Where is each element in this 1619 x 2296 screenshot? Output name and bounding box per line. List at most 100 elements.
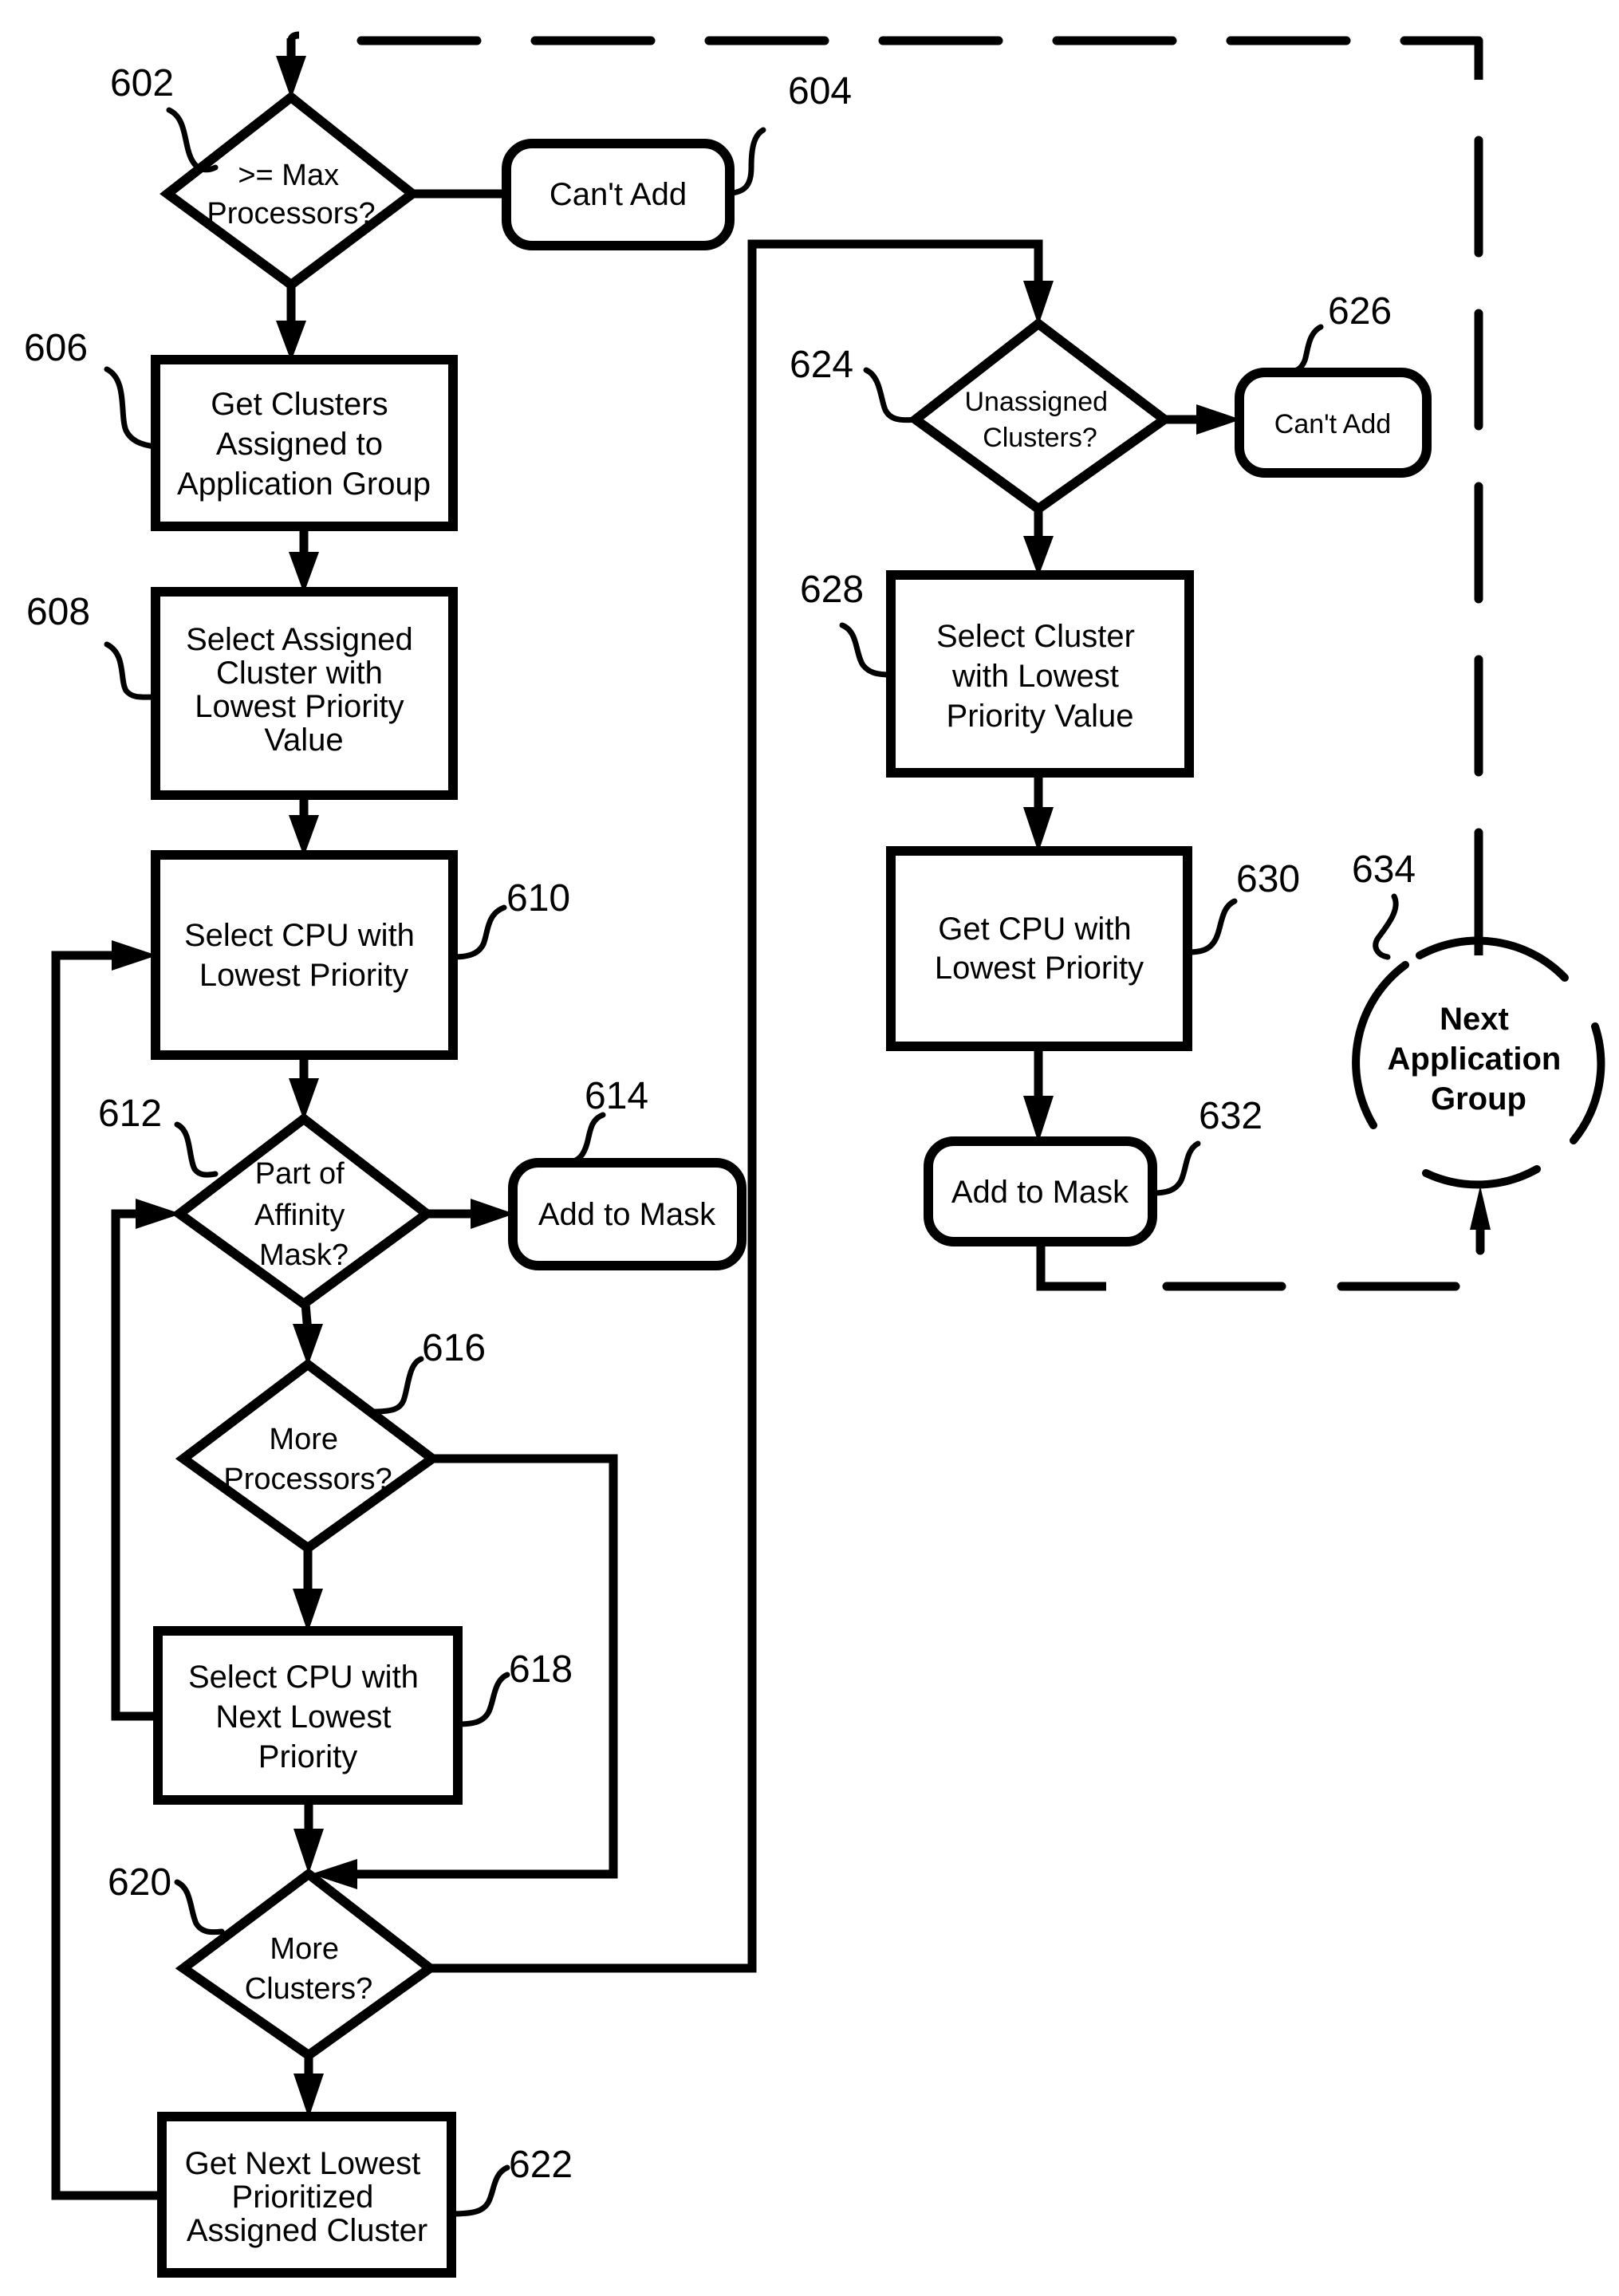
svg-text:Part of Affinity M: Part of Affinity Mask?	[254, 1157, 353, 1272]
reference-label: 616	[422, 1327, 486, 1369]
node-612[interactable]: Part of Affinity Mask?	[171, 1113, 435, 1310]
node-text-line: Cluster with	[216, 656, 383, 691]
process-box	[151, 850, 458, 1060]
leader-line	[174, 1121, 219, 1178]
arrowhead	[112, 940, 157, 971]
leader-line	[839, 622, 894, 678]
reference-label: 626	[1328, 290, 1392, 333]
reference-label: 614	[585, 1075, 648, 1117]
reference-label: 628	[800, 569, 864, 611]
node-606[interactable]: Get Clusters Assigned to Application Gro…	[151, 355, 458, 531]
reference-label: 608	[26, 591, 90, 633]
node-602[interactable]: >= Max Processors?	[160, 91, 420, 291]
node-text-line: Lowest Priority	[935, 951, 1144, 986]
reference-label: 622	[509, 2144, 573, 2186]
node-620[interactable]: More Clusters?	[175, 1868, 439, 2062]
node-text-line: Next Lowest	[215, 1699, 391, 1735]
leader-line	[370, 1356, 424, 1415]
reference-label: 604	[788, 70, 852, 112]
node-616[interactable]: More Processors?	[175, 1358, 441, 1554]
node-text-line: Select CPU with	[184, 918, 415, 953]
arrowhead	[1470, 1186, 1491, 1230]
connector-622-610-loop	[51, 951, 162, 2200]
leader-line	[1373, 893, 1399, 960]
node-text-line: Clusters?	[983, 423, 1097, 453]
connector-620-624	[430, 239, 1043, 1973]
node-608[interactable]: Select Assigned Cluster with Lowest Prio…	[151, 587, 458, 800]
node-630[interactable]: Get CPU with Lowest Priority	[886, 846, 1192, 1051]
leader-line	[863, 367, 919, 423]
leader-line	[1149, 1140, 1201, 1196]
reference-label: 632	[1199, 1095, 1263, 1137]
node-text-line: Get Next Lowest	[185, 2146, 421, 2181]
node-text-line: Can't Add	[1274, 409, 1391, 439]
node-text-line: Lowest Priority	[195, 689, 404, 724]
node-text-line: Unassigned	[964, 387, 1108, 417]
reference-label: 602	[110, 62, 174, 104]
node-626[interactable]: Can't Add	[1235, 368, 1432, 478]
arrowhead	[136, 1199, 181, 1229]
leader-line	[174, 1879, 225, 1936]
node-618[interactable]: Select CPU with Next Lowest Priority	[153, 1626, 463, 1805]
leader-line	[565, 1112, 606, 1166]
start-hook	[287, 31, 300, 41]
arrowhead	[293, 1829, 324, 1874]
node-text-line: Processors?	[207, 197, 375, 230]
node-text-line: Application Group	[177, 467, 431, 502]
node-text-line: Next	[1440, 1002, 1509, 1037]
node-604[interactable]: Can't Add	[502, 139, 735, 250]
reference-label: 630	[1236, 858, 1300, 900]
node-text-line: Prioritized	[232, 2180, 374, 2215]
arrowhead	[1196, 404, 1241, 435]
node-text-line: Lowest Priority	[199, 958, 408, 993]
reference-label: 624	[790, 344, 853, 386]
node-622[interactable]: Get Next Lowest Prioritized Assigned Clu…	[157, 2112, 456, 2278]
node-628[interactable]: Select Cluster with Lowest Priority Valu…	[886, 570, 1194, 778]
arrowhead	[293, 2073, 324, 2118]
node-text-line: >= Max	[238, 159, 339, 192]
node-text-line: Get Clusters	[211, 387, 388, 422]
node-634[interactable]: Next Application Group	[1352, 936, 1605, 1189]
leader-line	[450, 904, 507, 960]
node-610[interactable]: Select CPU with Lowest Priority	[151, 850, 458, 1060]
arrowhead	[471, 1199, 514, 1229]
arrowhead	[293, 1589, 323, 1632]
node-632[interactable]: Add to Mask	[924, 1136, 1157, 1246]
connector-618-612-loop	[111, 1209, 158, 1721]
svg-text:Can't Add: Can't Add	[1274, 409, 1391, 439]
node-text-line: Select CPU with	[188, 1660, 419, 1695]
flowchart: >= Max Processors? 602 Can't Add 604 Get…	[24, 31, 1605, 2278]
node-text-line: Can't Add	[550, 177, 687, 212]
node-text-line: Affinity	[254, 1199, 345, 1232]
svg-text:Add to Mask: Add to Mask	[951, 1175, 1129, 1210]
node-text-line: Priority Value	[947, 699, 1134, 734]
node-text-line: More	[270, 1932, 339, 1966]
leader-line	[448, 2164, 510, 2217]
node-text-line: Application	[1388, 1042, 1562, 1077]
node-text-line: Select Assigned	[186, 622, 413, 657]
connector-632-634	[1036, 1242, 1106, 1291]
leader-line	[455, 1672, 510, 1727]
node-text-line: Value	[264, 723, 343, 758]
node-624[interactable]: Unassigned Clusters?	[908, 317, 1173, 515]
node-text-line: Add to Mask	[538, 1197, 716, 1232]
reference-label: 620	[108, 1861, 171, 1904]
leader-line	[104, 641, 159, 700]
node-text-line: Group	[1431, 1081, 1526, 1116]
leader-line	[729, 127, 766, 196]
leader-line	[1184, 898, 1238, 955]
node-text-line: Assigned to	[216, 427, 383, 462]
reference-label: 618	[509, 1648, 573, 1691]
process-box	[886, 846, 1192, 1051]
node-text-line: More	[269, 1423, 338, 1456]
reference-label: 610	[506, 877, 570, 920]
node-text-line: Select Cluster	[936, 619, 1135, 654]
decision-diamond	[175, 1358, 441, 1554]
node-text-line: with Lowest	[951, 659, 1119, 694]
node-text-line: Priority	[258, 1739, 357, 1774]
svg-text:Select Cluster with Lowe: Select Cluster with Lowest Priority Valu…	[936, 619, 1144, 734]
leader-line	[104, 366, 159, 450]
node-614[interactable]: Add to Mask	[508, 1158, 746, 1270]
reference-label: 606	[24, 327, 88, 369]
svg-text:Can't Add: Can't Add	[550, 177, 687, 212]
